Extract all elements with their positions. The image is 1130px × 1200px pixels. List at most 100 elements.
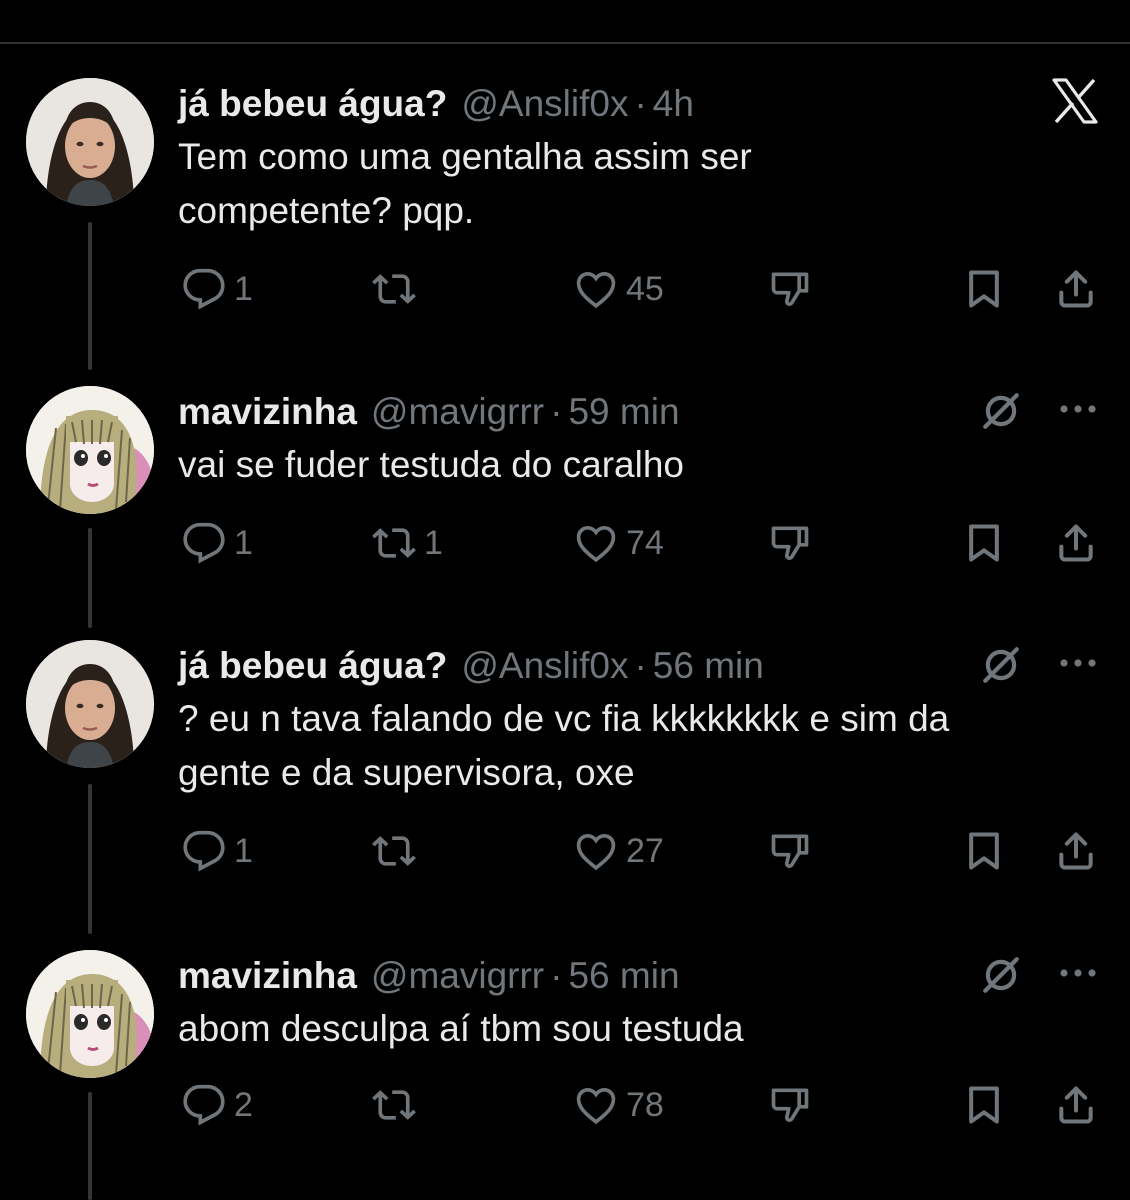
separator: · [634, 83, 647, 124]
post-text-line: Tem como uma gentalha assim ser [178, 136, 752, 177]
post-text-line: abom desculpa aí tbm sou testuda [178, 1008, 744, 1049]
reply-button[interactable]: 2 [182, 1080, 253, 1130]
repost-button[interactable] [372, 826, 424, 876]
like-button[interactable]: 78 [574, 1080, 664, 1130]
heart-icon [574, 267, 618, 311]
post-text-line: gente e da supervisora, oxe [178, 752, 635, 793]
timestamp[interactable]: 59 min [568, 391, 679, 433]
grok-icon[interactable] [980, 954, 1022, 996]
share-button[interactable] [1054, 518, 1098, 568]
share-button[interactable] [1054, 1080, 1098, 1130]
dislike-button[interactable] [768, 826, 812, 876]
post-text-line: competente? pqp. [178, 190, 475, 231]
bookmark-icon [962, 1083, 1006, 1127]
reply-count: 2 [234, 1085, 253, 1124]
timestamp[interactable]: 56 min [568, 955, 679, 997]
bookmark-icon [962, 829, 1006, 873]
bookmark-icon [962, 521, 1006, 565]
reply-count: 1 [234, 269, 253, 308]
display-name[interactable]: já bebeu água? [178, 645, 447, 687]
x-logo-icon [1050, 76, 1100, 126]
bookmark-icon [962, 267, 1006, 311]
share-icon [1054, 521, 1098, 565]
share-icon [1054, 1083, 1098, 1127]
top-strip [0, 0, 1130, 12]
more-icon[interactable] [1058, 967, 1098, 979]
dislike-icon [768, 521, 812, 565]
display-name[interactable]: mavizinha [178, 955, 357, 997]
repost-icon [372, 829, 416, 873]
post-text: vai se fuder testuda do caralho [178, 438, 1098, 492]
post-header: mavizinha @mavigrrr · 56 min [178, 952, 680, 1000]
like-button[interactable]: 27 [574, 826, 664, 876]
repost-button[interactable] [372, 264, 424, 314]
timestamp[interactable]: 56 min [653, 645, 764, 687]
bookmark-button[interactable] [962, 1080, 1006, 1130]
reply-icon [182, 521, 226, 565]
share-icon [1054, 267, 1098, 311]
avatar[interactable] [26, 640, 154, 768]
display-name[interactable]: mavizinha [178, 391, 357, 433]
heart-icon [574, 1083, 618, 1127]
bookmark-button[interactable] [962, 518, 1006, 568]
reply-count: 1 [234, 831, 253, 870]
dislike-button[interactable] [768, 1080, 812, 1130]
action-bar: 2 78 [0, 1080, 1130, 1130]
share-button[interactable] [1054, 264, 1098, 314]
like-count: 78 [626, 1085, 664, 1124]
reply-icon [182, 267, 226, 311]
handle[interactable]: @mavigrrr [371, 391, 544, 433]
avatar[interactable] [26, 950, 154, 1078]
reply-button[interactable]: 1 [182, 264, 253, 314]
bookmark-button[interactable] [962, 826, 1006, 876]
top-divider [0, 42, 1130, 44]
share-button[interactable] [1054, 826, 1098, 876]
action-bar: 1 45 [0, 264, 1130, 314]
like-button[interactable]: 45 [574, 264, 664, 314]
heart-icon [574, 829, 618, 873]
dislike-button[interactable] [768, 518, 812, 568]
repost-button[interactable]: 1 [372, 518, 443, 568]
post-text-line: vai se fuder testuda do caralho [178, 444, 684, 485]
reply-count: 1 [234, 523, 253, 562]
reply-button[interactable]: 1 [182, 518, 253, 568]
post-text: abom desculpa aí tbm sou testuda [178, 1002, 1098, 1056]
handle[interactable]: @mavigrrr [371, 955, 544, 997]
action-bar: 1 1 74 [0, 518, 1130, 568]
reply-icon [182, 829, 226, 873]
post-header: já bebeu água? @Anslif0x · 56 min [178, 642, 764, 690]
post-header: já bebeu água? @Anslif0x · 4h [178, 80, 694, 128]
repost-icon [372, 1083, 416, 1127]
reply-icon [182, 1083, 226, 1127]
timestamp[interactable]: 4h [653, 83, 694, 125]
avatar[interactable] [26, 78, 154, 206]
more-icon[interactable] [1058, 403, 1098, 415]
share-icon [1054, 829, 1098, 873]
dislike-icon [768, 1083, 812, 1127]
separator: · [550, 955, 563, 996]
action-bar: 1 27 [0, 826, 1130, 876]
heart-icon [574, 521, 618, 565]
dislike-icon [768, 829, 812, 873]
grok-icon[interactable] [980, 390, 1022, 432]
more-icon[interactable] [1058, 657, 1098, 669]
dislike-icon [768, 267, 812, 311]
thread-screenshot: já bebeu água? @Anslif0x · 4h Tem como u… [0, 0, 1130, 1200]
like-count: 74 [626, 523, 664, 562]
grok-icon[interactable] [980, 644, 1022, 686]
repost-button[interactable] [372, 1080, 424, 1130]
like-count: 27 [626, 831, 664, 870]
avatar[interactable] [26, 386, 154, 514]
dislike-button[interactable] [768, 264, 812, 314]
repost-count: 1 [424, 523, 443, 562]
reply-button[interactable]: 1 [182, 826, 253, 876]
repost-icon [372, 267, 416, 311]
post-text-line: ? eu n tava falando de vc fia kkkkkkkk e… [178, 698, 950, 739]
display-name[interactable]: já bebeu água? [178, 83, 447, 125]
post-text: Tem como uma gentalha assim ser competen… [178, 130, 1098, 238]
repost-icon [372, 521, 416, 565]
handle[interactable]: @Anslif0x [461, 645, 628, 687]
like-button[interactable]: 74 [574, 518, 664, 568]
bookmark-button[interactable] [962, 264, 1006, 314]
handle[interactable]: @Anslif0x [461, 83, 628, 125]
